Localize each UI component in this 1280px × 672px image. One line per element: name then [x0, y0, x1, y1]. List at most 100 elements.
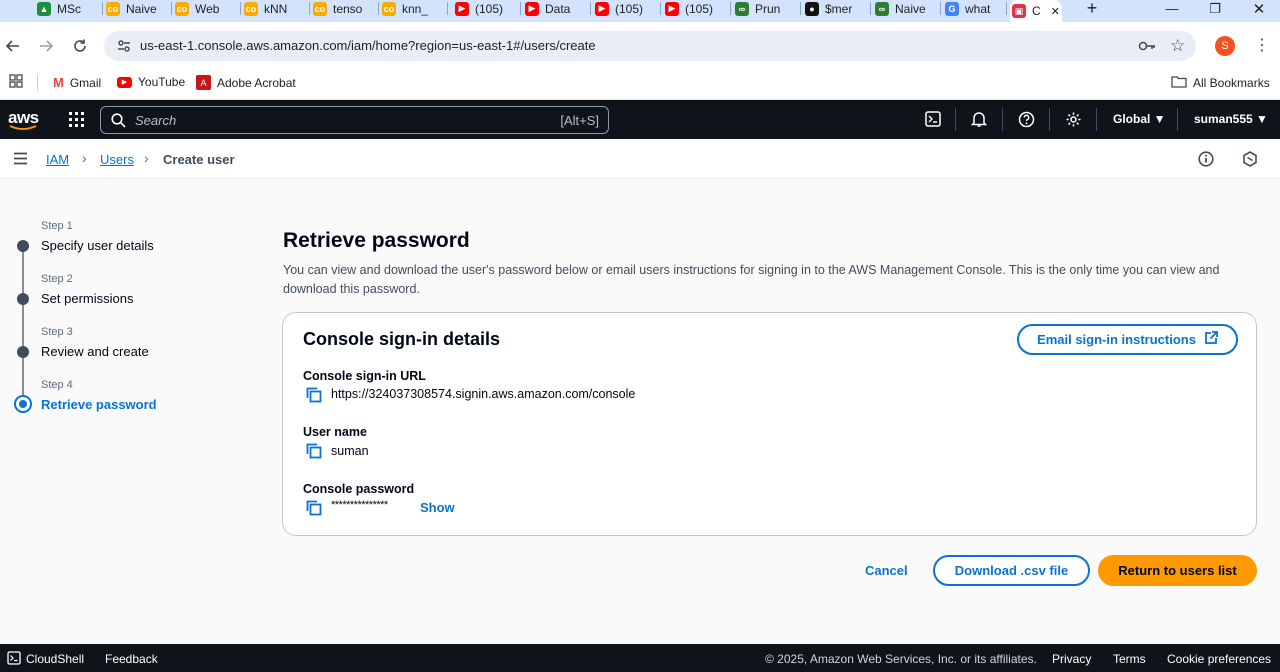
bookmark-youtube[interactable]: ▶ YouTube [117, 75, 185, 89]
nav-divider [1096, 108, 1097, 131]
terms-link[interactable]: Terms [1113, 652, 1146, 666]
apps-grid-icon[interactable] [9, 74, 23, 88]
tab-favicon-icon: ▶ [595, 1, 609, 16]
restore-icon[interactable]: ❐ [1192, 0, 1238, 17]
show-password-link[interactable]: Show [420, 500, 455, 515]
browser-tab[interactable]: ▶ Data [525, 0, 587, 17]
tab-favicon-icon: co [382, 1, 396, 16]
back-arrow-icon[interactable] [2, 35, 24, 57]
tab-favicon-icon: ▣ [1012, 4, 1026, 18]
site-settings-icon[interactable] [116, 38, 132, 54]
tab-separator [940, 2, 941, 15]
tab-title: Prun [755, 1, 781, 16]
tab-title: (105) [615, 1, 644, 16]
account-menu[interactable]: suman555 ▼ [1194, 112, 1268, 126]
reload-icon[interactable] [69, 35, 91, 57]
tab-title: what [965, 1, 991, 16]
browser-toolbar: us-east-1.console.aws.amazon.com/iam/hom… [0, 22, 1280, 68]
bookmark-label: YouTube [138, 75, 186, 89]
download-button-label: Download .csv file [954, 563, 1069, 578]
region-selector[interactable]: Global ▼ [1113, 112, 1166, 126]
step-2-label[interactable]: Set permissions [41, 291, 133, 306]
cloudshell-icon[interactable] [923, 109, 943, 129]
address-bar[interactable]: us-east-1.console.aws.amazon.com/iam/hom… [104, 31, 1196, 61]
browser-tab[interactable]: ▣ C ✕ [1010, 0, 1062, 22]
copy-icon[interactable] [305, 499, 323, 517]
breadcrumb-iam[interactable]: IAM [46, 152, 69, 167]
browser-menu-icon[interactable]: ⋮ [1254, 35, 1270, 55]
browser-tab[interactable]: ● $mer [805, 0, 867, 17]
step-1-label[interactable]: Specify user details [41, 238, 154, 253]
privacy-link[interactable]: Privacy [1052, 652, 1091, 666]
step-1-dot [17, 240, 29, 252]
settings-gear-icon[interactable] [1063, 109, 1083, 129]
tab-title: Naive [895, 1, 926, 16]
download-csv-button[interactable]: Download .csv file [933, 555, 1090, 586]
new-tab-button[interactable]: + [1069, 0, 1115, 18]
bookmark-star-icon[interactable]: ☆ [1170, 36, 1185, 56]
aws-logo[interactable]: aws [8, 108, 39, 130]
all-bookmarks[interactable]: All Bookmarks [1171, 75, 1270, 91]
tab-separator [171, 2, 172, 15]
notifications-bell-icon[interactable] [969, 109, 989, 129]
browser-tab[interactable]: co tenso [313, 0, 375, 17]
return-button-label: Return to users list [1118, 563, 1237, 578]
info-icon[interactable] [1198, 151, 1214, 172]
nav-divider [1002, 108, 1003, 131]
return-to-users-list-button[interactable]: Return to users list [1098, 555, 1257, 586]
browser-tab[interactable]: ▲ MSc [37, 0, 99, 17]
forward-arrow-icon[interactable] [35, 35, 57, 57]
tab-favicon-icon: ▲ [37, 1, 51, 16]
notifications-panel-icon[interactable] [1242, 151, 1258, 172]
breadcrumb-users[interactable]: Users [100, 152, 134, 167]
console-signin-details-card: Console sign-in details Email sign-in in… [282, 312, 1257, 536]
tab-separator [102, 2, 103, 15]
aws-search-input[interactable]: Search [Alt+S] [100, 106, 609, 134]
password-key-icon[interactable] [1138, 38, 1156, 59]
browser-tab[interactable]: ∞ Naive [875, 0, 937, 17]
email-signin-instructions-button[interactable]: Email sign-in instructions [1017, 324, 1238, 355]
browser-tab[interactable]: co kNN [244, 0, 306, 17]
cookie-preferences-link[interactable]: Cookie preferences [1167, 652, 1271, 666]
tab-favicon-icon: co [244, 1, 258, 16]
services-grid-icon[interactable] [66, 109, 86, 129]
browser-tab[interactable]: co knn_ [382, 0, 444, 17]
tab-title: C [1032, 4, 1041, 18]
bookmark-gmail[interactable]: M Gmail [53, 75, 101, 90]
search-placeholder: Search [135, 113, 177, 128]
tab-title: kNN [264, 1, 288, 16]
cancel-button[interactable]: Cancel [865, 563, 908, 578]
step-1-number: Step 1 [41, 220, 73, 232]
browser-tab[interactable]: ▶ (105) [665, 0, 727, 17]
external-link-icon [1204, 331, 1218, 348]
step-3-label[interactable]: Review and create [41, 344, 149, 359]
nav-divider [955, 108, 956, 131]
help-icon[interactable] [1016, 109, 1036, 129]
tab-favicon-icon: ∞ [735, 1, 749, 16]
cloudshell-footer-icon [7, 651, 21, 668]
copyright-text: © 2025, Amazon Web Services, Inc. or its… [765, 652, 1037, 666]
bookmark-adobe-acrobat[interactable]: A Adobe Acrobat [196, 75, 296, 90]
browser-tab[interactable]: co Naive [106, 0, 168, 17]
browser-tab[interactable]: ▶ (105) [455, 0, 517, 17]
profile-avatar[interactable]: S [1215, 36, 1235, 56]
copy-icon[interactable] [305, 386, 323, 404]
side-nav-menu-icon[interactable] [13, 152, 28, 170]
close-tab-icon[interactable]: ✕ [1051, 5, 1060, 18]
minimize-icon[interactable]: — [1149, 0, 1195, 17]
browser-tab[interactable]: co Web [175, 0, 237, 17]
tab-separator [590, 2, 591, 15]
cloudshell-link[interactable]: CloudShell [26, 652, 84, 666]
feedback-link[interactable]: Feedback [105, 652, 158, 666]
tab-separator [870, 2, 871, 15]
search-shortcut: [Alt+S] [560, 113, 599, 128]
browser-tab[interactable]: ▶ (105) [595, 0, 657, 17]
tab-separator [447, 2, 448, 15]
copy-icon[interactable] [305, 442, 323, 460]
close-window-icon[interactable]: ✕ [1236, 0, 1280, 18]
browser-tab[interactable]: Gwhat [945, 0, 1003, 17]
page-title: Retrieve password [283, 229, 470, 252]
tab-favicon-icon: co [313, 1, 327, 16]
folder-icon [1171, 75, 1187, 91]
browser-tab[interactable]: ∞ Prun [735, 0, 797, 17]
